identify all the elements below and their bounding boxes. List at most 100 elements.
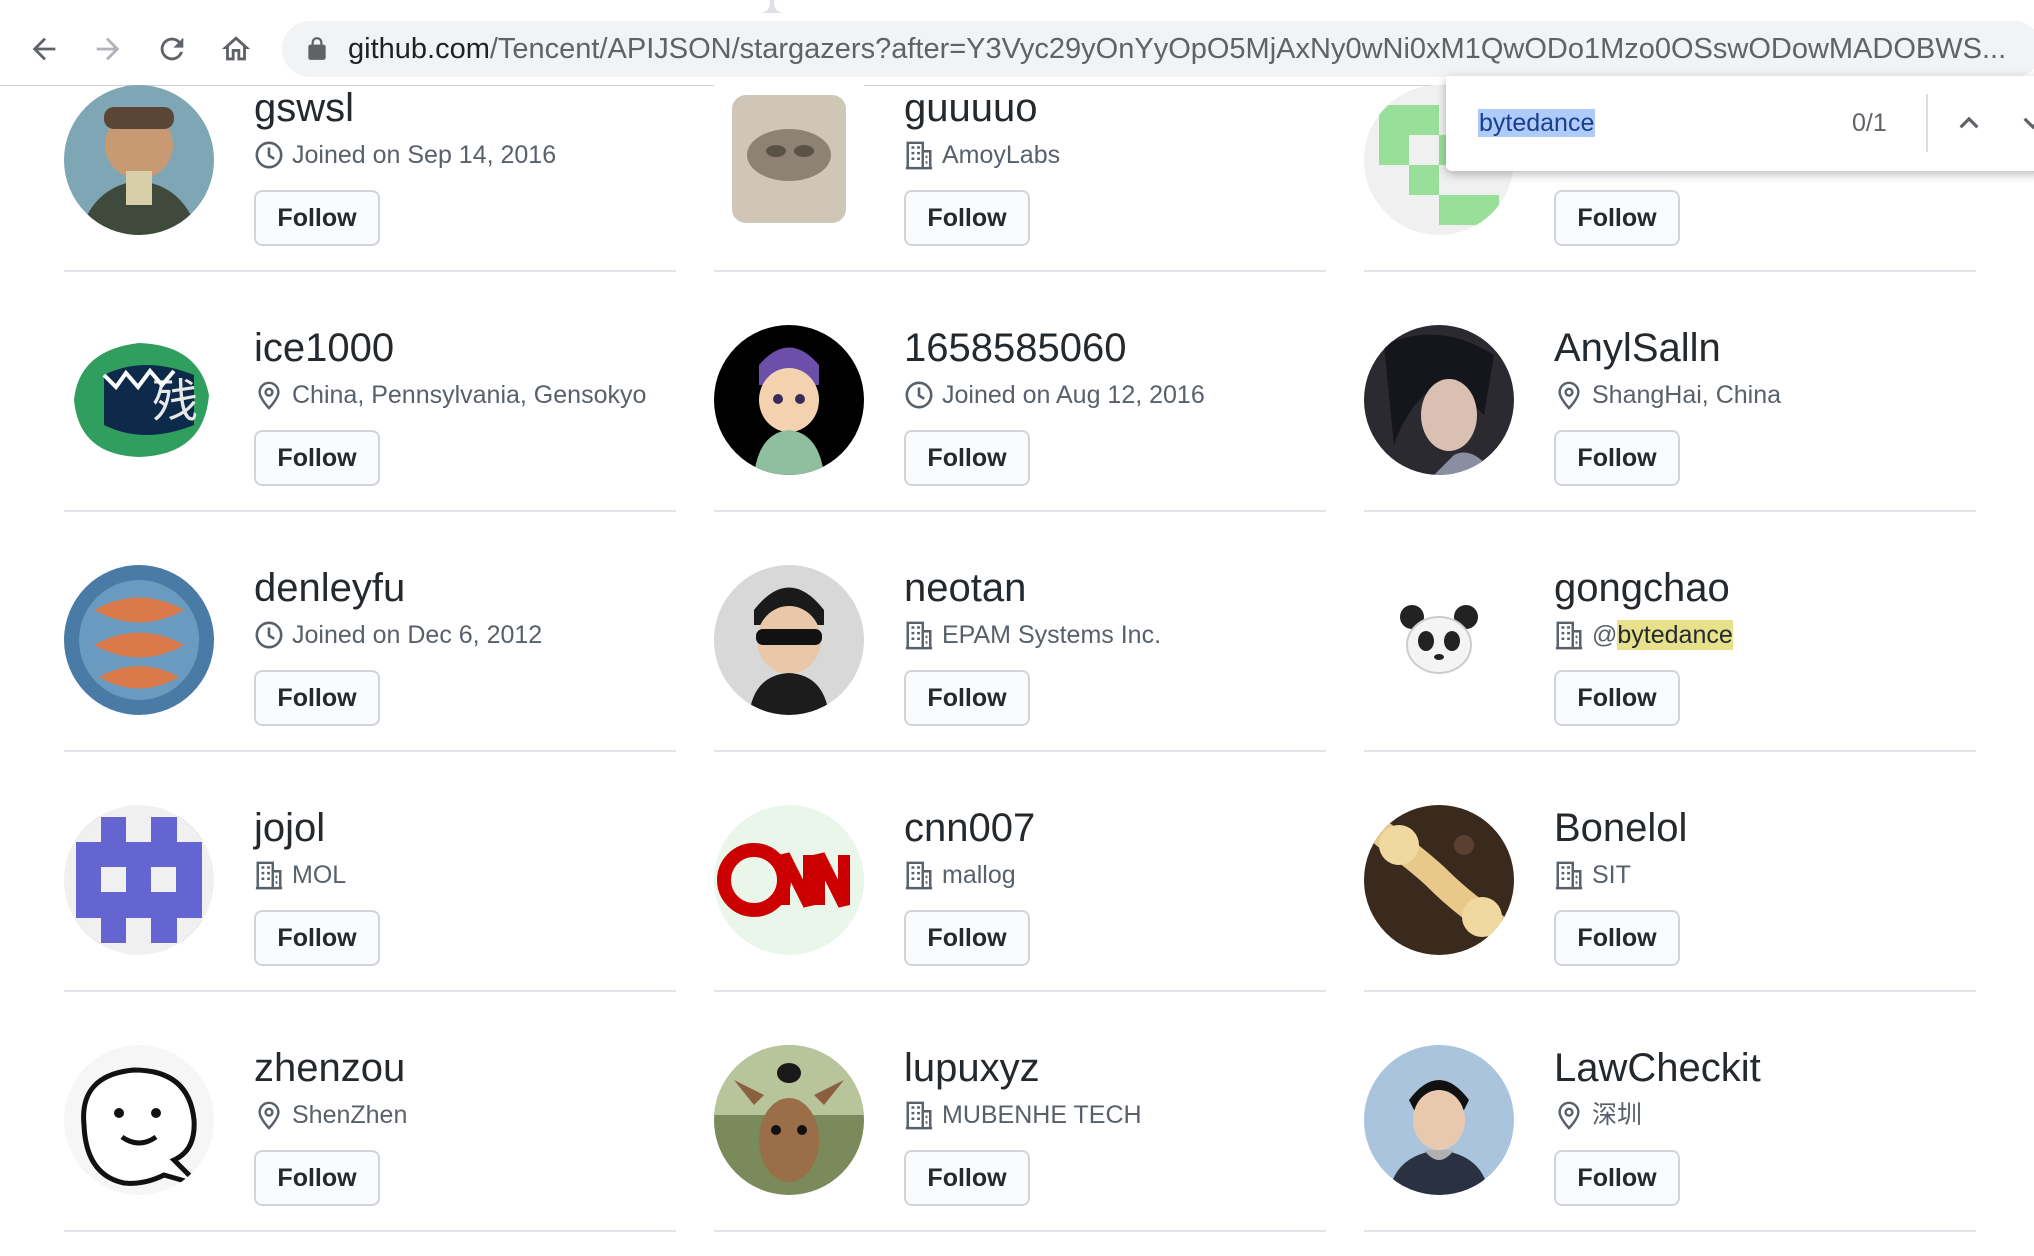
avatar[interactable]	[1364, 805, 1514, 955]
follow-button[interactable]: Follow	[1554, 190, 1680, 246]
follow-button[interactable]: Follow	[254, 1150, 380, 1206]
location-icon	[258, 381, 280, 410]
follow-button[interactable]: Follow	[1554, 430, 1680, 486]
clock-icon	[905, 381, 933, 409]
location-icon	[258, 1101, 280, 1130]
location-icon	[1558, 1101, 1580, 1130]
user-meta-text: Joined on Dec 6, 2012	[292, 621, 543, 649]
chevron-down-icon[interactable]	[2014, 104, 2034, 142]
organization-icon	[255, 861, 283, 890]
user-card: gongchao @ bytedance Follow	[1364, 510, 1976, 752]
avatar[interactable]	[1364, 1045, 1514, 1195]
user-meta: MOL	[254, 860, 346, 890]
tab-strip	[0, 0, 2034, 13]
find-match-count: 0/1	[1852, 109, 1887, 137]
follow-button[interactable]: Follow	[254, 190, 380, 246]
user-meta-text: Joined on Sep 14, 2016	[292, 141, 557, 169]
find-bar: bytedance 0/1	[1446, 76, 2034, 171]
username-link[interactable]: 1658585060	[904, 325, 1126, 371]
tab-inactive[interactable]	[0, 0, 770, 13]
user-meta: Joined on Dec 6, 2012	[254, 620, 542, 650]
organization-icon	[1555, 621, 1583, 650]
location-icon	[1558, 381, 1580, 410]
avatar[interactable]	[714, 1045, 864, 1195]
follow-button[interactable]: Follow	[254, 430, 380, 486]
avatar[interactable]	[64, 85, 214, 235]
clock-icon	[255, 621, 283, 649]
username-link[interactable]: cnn007	[904, 805, 1035, 851]
follow-button[interactable]: Follow	[904, 430, 1030, 486]
avatar[interactable]: 残	[64, 325, 214, 475]
user-meta: EPAM Systems Inc.	[904, 620, 1161, 650]
user-meta-text: ShenZhen	[292, 1101, 408, 1129]
user-card: jojol MOL Follow	[64, 750, 676, 992]
user-card: lupuxyz MUBENHE TECH Follow	[714, 990, 1326, 1232]
avatar[interactable]	[64, 1045, 214, 1195]
chevron-up-icon[interactable]	[1950, 104, 1988, 142]
user-card: 残 ice1000 China, Pennsylvania, Gensokyo …	[64, 270, 676, 512]
avatar[interactable]	[64, 805, 214, 955]
user-meta-text: 深圳	[1592, 1101, 1643, 1129]
user-card: guuuuo AmoyLabs Follow	[714, 30, 1326, 272]
user-meta-text: mallog	[942, 861, 1016, 889]
avatar[interactable]	[64, 565, 214, 715]
follow-button[interactable]: Follow	[1554, 910, 1680, 966]
user-meta: AmoyLabs	[904, 140, 1060, 170]
follow-button[interactable]: Follow	[904, 670, 1030, 726]
username-link[interactable]: ice1000	[254, 325, 394, 371]
organization-icon	[1555, 861, 1583, 890]
avatar[interactable]	[1364, 325, 1514, 475]
user-card: LawCheckit 深圳 Follow	[1364, 990, 1976, 1232]
search-highlight: bytedance	[1617, 620, 1733, 650]
username-link[interactable]: LawCheckit	[1554, 1045, 1761, 1091]
user-meta-text: ShangHai, China	[1592, 381, 1782, 409]
avatar[interactable]	[1364, 565, 1514, 715]
username-link[interactable]: Bonelol	[1554, 805, 1687, 851]
user-meta-prefix: @	[1592, 621, 1618, 649]
organization-icon	[905, 621, 933, 650]
clock-icon	[255, 141, 283, 169]
follow-button[interactable]: Follow	[904, 190, 1030, 246]
user-meta: mallog	[904, 860, 1016, 890]
user-card: Bonelol SIT Follow	[1364, 750, 1976, 992]
user-card: gswsl Joined on Sep 14, 2016 Follow	[64, 30, 676, 272]
user-meta-text: MOL	[292, 861, 347, 889]
user-meta: 深圳	[1554, 1100, 1642, 1130]
username-link[interactable]: denleyfu	[254, 565, 405, 611]
username-link[interactable]: guuuuo	[904, 85, 1037, 131]
username-link[interactable]: gswsl	[254, 85, 354, 131]
user-card: 1658585060 Joined on Aug 12, 2016 Follow	[714, 270, 1326, 512]
back-button[interactable]	[24, 29, 64, 69]
user-meta: SIT	[1554, 860, 1631, 890]
username-link[interactable]: AnylSalln	[1554, 325, 1721, 371]
avatar[interactable]	[714, 565, 864, 715]
username-link[interactable]: gongchao	[1554, 565, 1730, 611]
username-link[interactable]: neotan	[904, 565, 1026, 611]
avatar[interactable]	[714, 325, 864, 475]
user-meta: Joined on Aug 12, 2016	[904, 380, 1205, 410]
user-meta: @ bytedance	[1554, 620, 1733, 650]
avatar[interactable]	[714, 805, 864, 955]
follow-button[interactable]: Follow	[1554, 670, 1680, 726]
find-input[interactable]: bytedance	[1478, 106, 1596, 140]
user-meta-text: China, Pennsylvania, Gensokyo	[292, 381, 647, 409]
user-meta: Joined on Sep 14, 2016	[254, 140, 556, 170]
tab-active[interactable]	[774, 0, 2034, 13]
follow-button[interactable]: Follow	[254, 910, 380, 966]
user-card: zhenzou ShenZhen Follow	[64, 990, 676, 1232]
avatar[interactable]	[714, 85, 864, 235]
follow-button[interactable]: Follow	[904, 1150, 1030, 1206]
username-link[interactable]: jojol	[254, 805, 325, 851]
user-card: denleyfu Joined on Dec 6, 2012 Follow	[64, 510, 676, 752]
organization-icon	[905, 141, 933, 170]
user-meta: ShenZhen	[254, 1100, 407, 1130]
follow-button[interactable]: Follow	[1554, 1150, 1680, 1206]
user-meta-text: MUBENHE TECH	[942, 1101, 1142, 1129]
find-divider	[1926, 94, 1928, 152]
user-meta-text: AmoyLabs	[942, 141, 1061, 169]
user-meta-text: EPAM Systems Inc.	[942, 621, 1162, 649]
follow-button[interactable]: Follow	[254, 670, 380, 726]
follow-button[interactable]: Follow	[904, 910, 1030, 966]
username-link[interactable]: zhenzou	[254, 1045, 405, 1091]
username-link[interactable]: lupuxyz	[904, 1045, 1040, 1091]
